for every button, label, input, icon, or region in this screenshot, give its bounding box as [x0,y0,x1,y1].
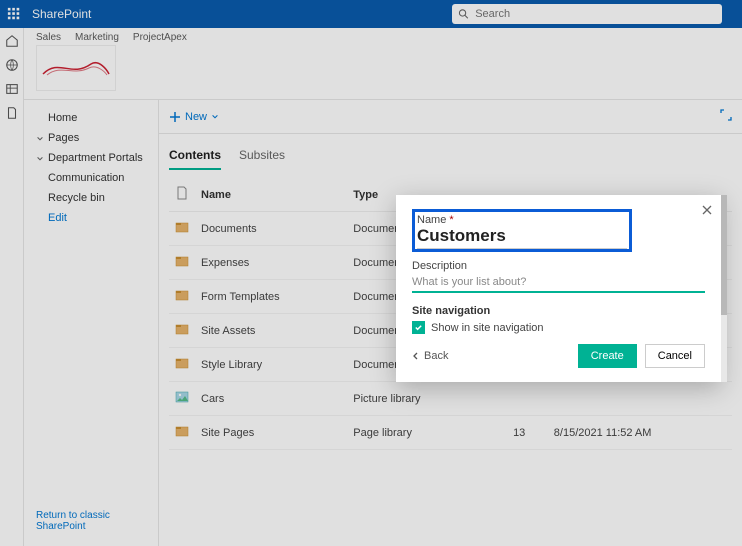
new-button[interactable]: New [169,111,219,123]
expand-icon [720,109,732,121]
table-row[interactable]: CarsPicture library [169,382,732,416]
search-input[interactable] [475,8,716,20]
close-icon [701,204,713,216]
waffle-icon [7,7,21,21]
folder-icon [175,356,189,370]
site-header: Sales Marketing ProjectApex [24,28,742,100]
show-in-nav-checkbox[interactable] [412,321,425,334]
home-icon[interactable] [5,34,19,48]
tab-subsites[interactable]: Subsites [239,148,285,170]
row-modified: 8/15/2021 11:52 AM [548,416,732,450]
app-launcher[interactable] [0,0,28,28]
content-tabs: Contents Subsites [159,134,742,170]
site-link[interactable]: ProjectApex [133,32,187,43]
site-links: Sales Marketing ProjectApex [36,32,187,43]
row-type: Picture library [347,382,507,416]
row-name: Cars [195,382,347,416]
create-button[interactable]: Create [578,344,637,368]
row-items: 13 [507,416,548,450]
row-name: Style Library [195,348,347,382]
plus-icon [169,111,181,123]
col-name[interactable]: Name [195,178,347,212]
folder-icon [175,322,189,336]
site-link[interactable]: Marketing [75,32,119,43]
check-icon [414,323,423,332]
left-nav: Home Pages Department Portals Communicat… [24,100,159,546]
row-name: Site Assets [195,314,347,348]
chevron-down-icon [211,113,219,121]
nav-pages[interactable]: Pages [24,128,158,148]
globe-icon[interactable] [5,58,19,72]
row-name: Site Pages [195,416,347,450]
name-field-highlight: Name [412,209,632,252]
row-items [507,382,548,416]
nav-edit[interactable]: Edit [24,208,158,228]
table-row[interactable]: Site PagesPage library138/15/2021 11:52 … [169,416,732,450]
file-icon[interactable] [5,106,19,120]
nav-recycle-bin[interactable]: Recycle bin [24,188,158,208]
create-list-dialog: Name Description Site navigation Show in… [396,195,721,382]
close-button[interactable] [701,203,713,221]
dialog-scrollbar[interactable] [721,195,727,382]
description-label: Description [412,260,705,272]
cancel-button[interactable]: Cancel [645,344,705,368]
nav-home[interactable]: Home [24,108,158,128]
chevron-left-icon [412,352,420,360]
site-logo [36,45,116,91]
folder-icon [175,220,189,234]
chevron-down-icon [36,135,44,143]
return-classic-link[interactable]: Return to classic SharePoint [24,504,158,538]
search-box[interactable] [452,4,722,24]
folder-icon [175,288,189,302]
file-icon [175,186,189,200]
search-icon [458,8,469,20]
description-input[interactable] [412,272,705,293]
app-rail [0,28,24,546]
site-link[interactable]: Sales [36,32,61,43]
picture-icon [175,390,189,404]
brand-label: SharePoint [32,7,91,21]
folder-icon [175,254,189,268]
back-button[interactable]: Back [412,350,448,362]
folder-icon [175,424,189,438]
tab-contents[interactable]: Contents [169,148,221,170]
row-modified [548,382,732,416]
name-label: Name [417,214,627,226]
site-nav-label: Site navigation [412,305,705,317]
name-input[interactable] [417,226,627,249]
expand-button[interactable] [720,108,732,126]
row-name: Documents [195,212,347,246]
col-icon [169,178,195,212]
nav-communication[interactable]: Communication [24,168,158,188]
chevron-down-icon [36,155,44,163]
row-type: Page library [347,416,507,450]
row-name: Expenses [195,246,347,280]
row-name: Form Templates [195,280,347,314]
show-in-nav-label: Show in site navigation [431,322,544,334]
nav-dept-portals[interactable]: Department Portals [24,148,158,168]
command-bar: New [159,100,742,134]
list-icon[interactable] [5,82,19,96]
